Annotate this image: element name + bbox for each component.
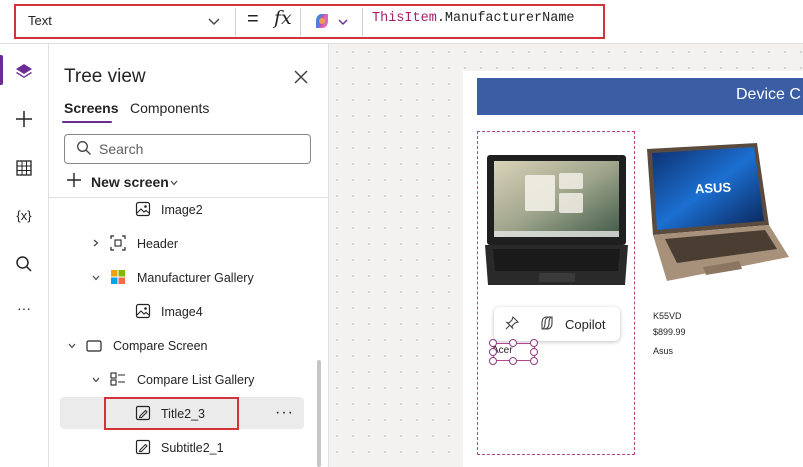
layers-icon[interactable] — [12, 60, 36, 84]
plus-icon — [67, 173, 81, 187]
tree-node-image2[interactable]: Image2 — [161, 203, 203, 217]
product-title-asus[interactable]: K55VD — [653, 311, 682, 321]
resize-handle[interactable] — [530, 348, 538, 356]
close-icon[interactable] — [291, 67, 311, 87]
tree-node-compare-screen[interactable]: Compare Screen — [113, 339, 208, 353]
highlight-box — [104, 397, 239, 430]
product-image-acer[interactable] — [485, 153, 628, 287]
resize-handle[interactable] — [509, 339, 517, 347]
plus-icon[interactable] — [12, 107, 36, 131]
tree-node-image4[interactable]: Image4 — [161, 305, 203, 319]
copilot-label[interactable]: Copilot — [565, 317, 605, 332]
pin-icon[interactable] — [504, 315, 520, 331]
product-price-asus: $899.99 — [653, 327, 686, 337]
resize-handle[interactable] — [509, 357, 517, 365]
more-icon[interactable]: ··· — [12, 300, 36, 324]
tree-node-compare-list-gallery[interactable]: Compare List Gallery — [137, 373, 254, 387]
more-options-button[interactable]: ··· — [275, 404, 294, 422]
divider — [49, 197, 328, 198]
gallery-icon — [111, 270, 125, 284]
scrollbar[interactable] — [317, 360, 321, 467]
copilot-icon[interactable] — [538, 314, 556, 332]
resize-handle[interactable] — [530, 339, 538, 347]
resize-handle[interactable] — [489, 348, 497, 356]
tab-components[interactable]: Components — [130, 100, 209, 116]
chevron-down-icon[interactable] — [91, 273, 101, 283]
chevron-down-icon[interactable] — [67, 341, 77, 351]
gallery-list-icon — [110, 372, 125, 386]
header-title: Device C — [736, 86, 801, 103]
screen-icon — [86, 340, 102, 352]
container-icon — [110, 235, 126, 251]
resize-handle[interactable] — [530, 357, 538, 365]
tree-node-header[interactable]: Header — [137, 237, 178, 251]
chevron-right-icon[interactable] — [91, 238, 101, 248]
chevron-down-icon — [170, 180, 178, 186]
laptop-logo: ASUS — [695, 180, 732, 197]
variables-icon[interactable]: {x} — [12, 208, 36, 232]
panel-title: Tree view — [64, 66, 146, 87]
product-image-asus[interactable]: ASUS — [643, 139, 791, 287]
search-icon — [77, 141, 91, 155]
table-icon[interactable] — [12, 156, 36, 180]
image-icon — [135, 303, 151, 319]
resize-handle[interactable] — [489, 357, 497, 365]
tab-screens[interactable]: Screens — [64, 100, 118, 116]
search-placeholder: Search — [99, 141, 144, 157]
screen-header[interactable]: Device C — [477, 78, 803, 115]
active-indicator — [0, 55, 3, 85]
highlight-box — [14, 4, 605, 39]
text-label-icon — [135, 439, 151, 455]
chevron-down-icon[interactable] — [91, 375, 101, 385]
product-brand-asus: Asus — [653, 346, 674, 356]
tab-underline — [62, 121, 112, 123]
tree-node-manufacturer-gallery[interactable]: Manufacturer Gallery — [137, 271, 254, 285]
resize-handle[interactable] — [489, 339, 497, 347]
search-icon[interactable] — [12, 252, 36, 276]
image-icon — [135, 201, 151, 217]
new-screen-button[interactable]: New screen — [91, 174, 169, 190]
tree-node-subtitle2-1[interactable]: Subtitle2_1 — [161, 441, 224, 455]
